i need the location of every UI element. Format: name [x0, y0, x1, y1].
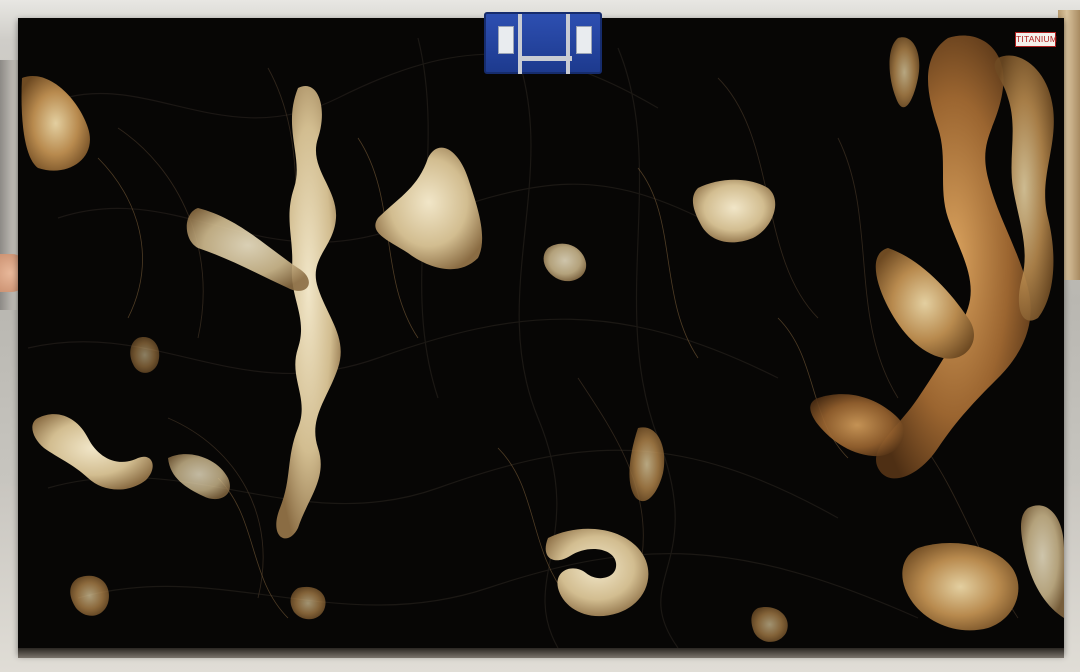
slab-veining — [21, 35, 1064, 649]
lifting-clamp-icon — [484, 12, 602, 74]
granite-slab — [18, 18, 1064, 654]
slab-bottom-edge — [18, 648, 1064, 658]
slab-name-tag: TITANIUM — [1015, 32, 1057, 47]
